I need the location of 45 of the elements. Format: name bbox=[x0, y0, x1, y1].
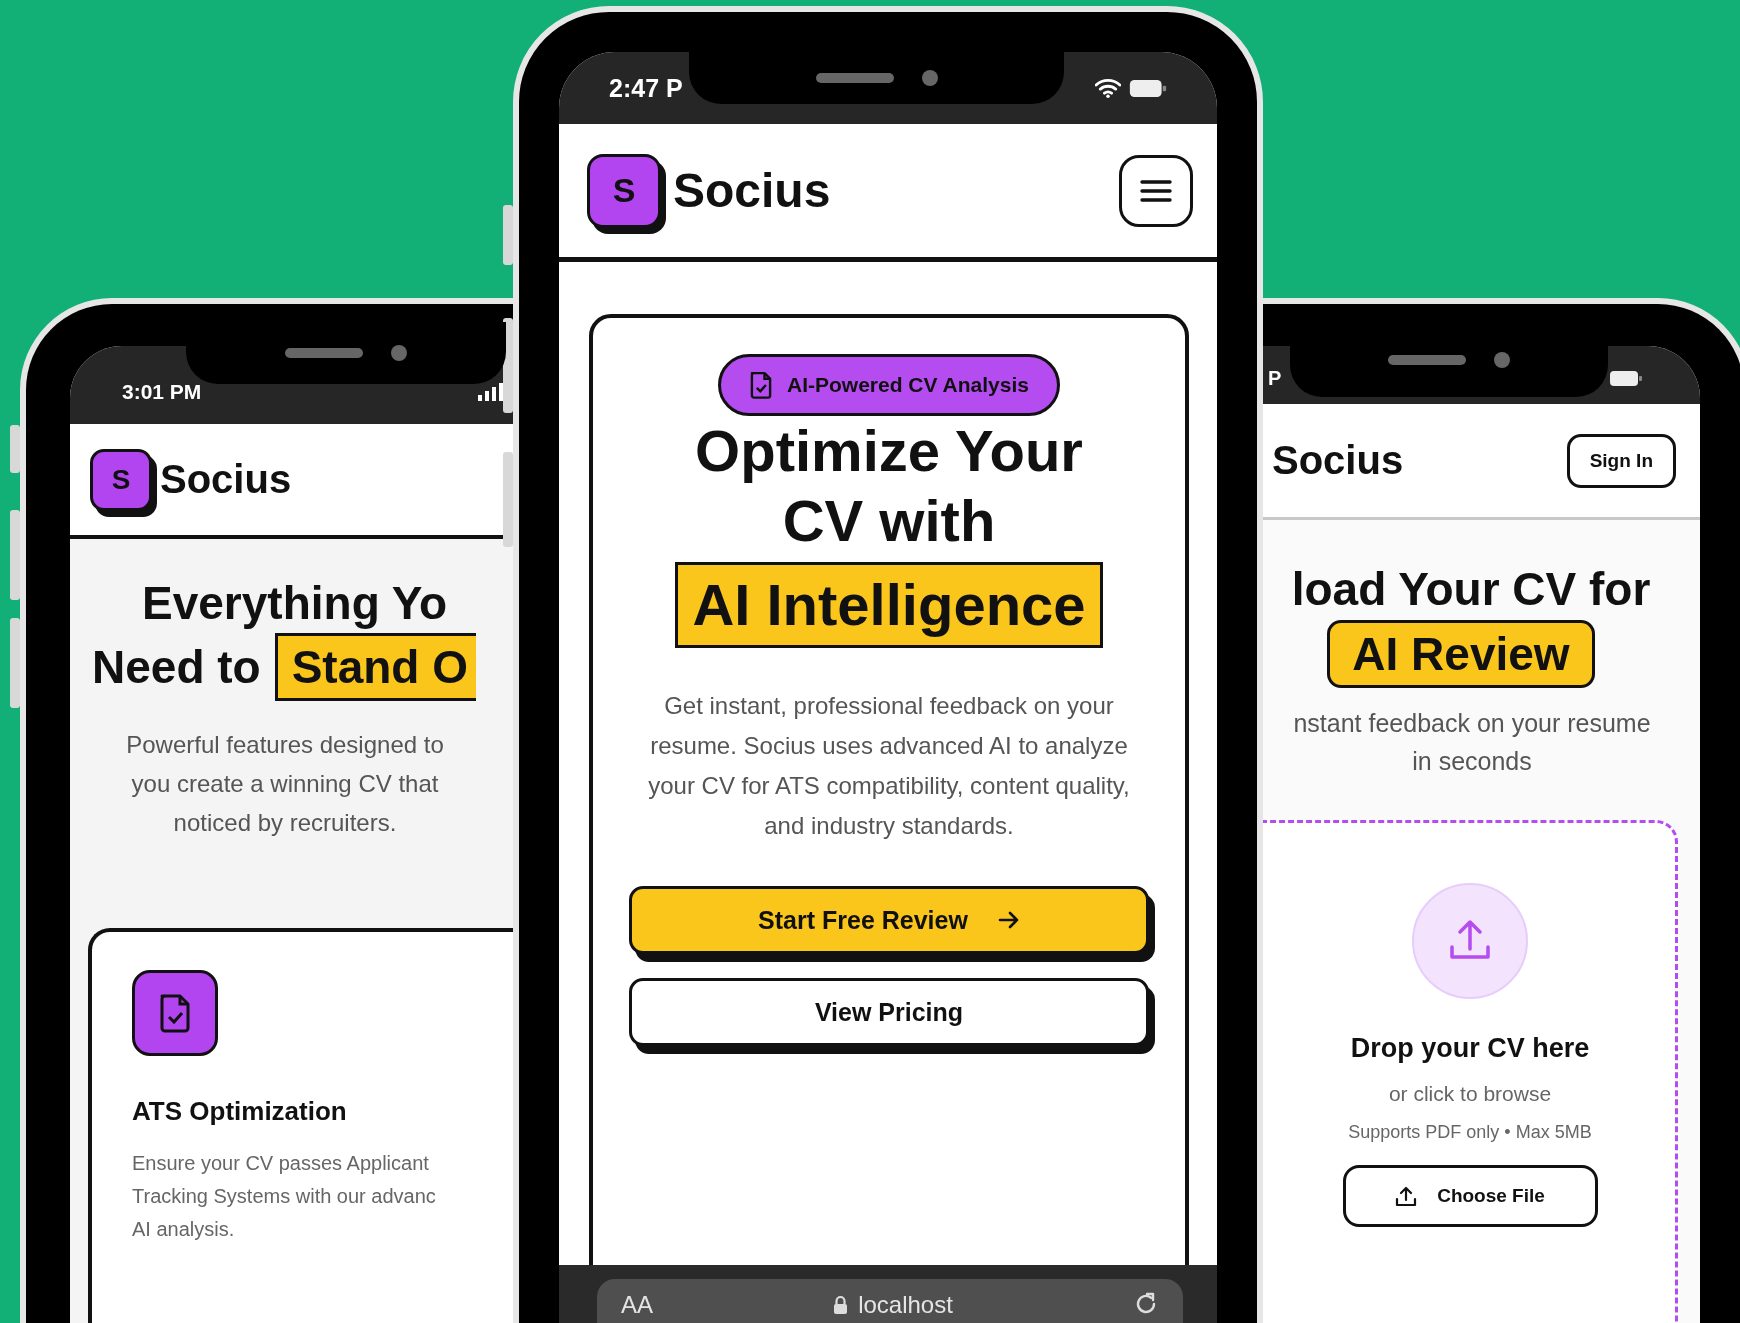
highlighted-heading: Stand O bbox=[274, 633, 477, 701]
choose-file-button[interactable]: Choose File bbox=[1342, 1165, 1598, 1227]
dropzone-title: Drop your CV here bbox=[1350, 1033, 1590, 1064]
document-check-icon bbox=[158, 993, 192, 1033]
subtitle-line: in seconds bbox=[1411, 746, 1533, 777]
feature-description-line: AI analysis. bbox=[132, 1217, 236, 1242]
highlighted-heading: AI Review bbox=[1327, 620, 1595, 688]
page-address: localhost bbox=[858, 1291, 953, 1319]
badge-label: AI-Powered CV Analysis bbox=[787, 373, 1029, 397]
page-heading: Everything Yo bbox=[141, 576, 449, 631]
brand-name[interactable]: Socius bbox=[673, 163, 831, 218]
page-heading: CV with bbox=[782, 487, 996, 555]
upload-dropzone[interactable]: Drop your CV here or click to browse Supports PDF only • Max 5MB Choose File bbox=[1262, 820, 1678, 1323]
feature-description-line: Ensure your CV passes Applicant bbox=[132, 1151, 430, 1176]
upload-icon bbox=[1395, 1185, 1418, 1207]
status-time: P bbox=[1268, 366, 1282, 390]
status-time: 3:01 PM bbox=[122, 380, 202, 404]
sign-in-button[interactable]: Sign In bbox=[1566, 433, 1676, 488]
hero-description: Get instant, professional feedback on your resume. Socius uses advanced AI to analyze your CV for ATS compatibility, content quality, and industry standards. bbox=[647, 691, 1131, 841]
battery-icon bbox=[1610, 370, 1642, 386]
signal-icon bbox=[478, 383, 504, 401]
wifi-icon bbox=[1095, 78, 1121, 98]
dropzone-hint: or click to browse bbox=[1388, 1082, 1552, 1106]
subtitle-line: noticed by recruiters. bbox=[172, 808, 398, 838]
menu-button[interactable] bbox=[1119, 154, 1193, 227]
brand-name[interactable]: Socius bbox=[160, 457, 292, 502]
brand-name[interactable]: Socius bbox=[1272, 438, 1404, 483]
arrow-right-icon bbox=[997, 911, 1020, 929]
page-heading: Optimize Your bbox=[695, 417, 1083, 485]
page-heading: Need to bbox=[92, 640, 261, 694]
menu-icon bbox=[1140, 178, 1172, 203]
subtitle-line: Powerful features designed to bbox=[125, 730, 445, 760]
status-time: 2:47 P bbox=[609, 73, 683, 103]
battery-icon bbox=[1129, 79, 1167, 97]
document-check-icon bbox=[749, 371, 773, 399]
highlighted-heading: AI Intelligence bbox=[675, 562, 1103, 648]
feature-description-line: Tracking Systems with our advanc bbox=[132, 1184, 437, 1209]
address-bar[interactable]: AA localhost bbox=[597, 1279, 1183, 1323]
lock-icon bbox=[833, 1295, 849, 1315]
subtitle-line: you create a winning CV that bbox=[130, 769, 440, 799]
page-heading: load Your CV for bbox=[1290, 562, 1652, 617]
feature-title: ATS Optimization bbox=[132, 1096, 348, 1127]
subtitle-line: nstant feedback on your resume bbox=[1292, 708, 1652, 739]
text-size-button[interactable]: AA bbox=[621, 1291, 653, 1319]
file-limits: Supports PDF only • Max 5MB bbox=[1348, 1122, 1592, 1143]
